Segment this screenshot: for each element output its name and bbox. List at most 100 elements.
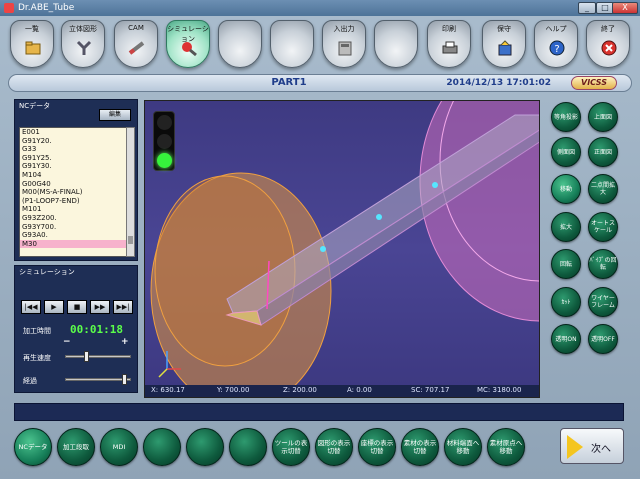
speed-minus-icon: − bbox=[63, 337, 71, 347]
nc-line[interactable]: M30 bbox=[20, 239, 128, 249]
tool-blank-button[interactable] bbox=[270, 20, 314, 68]
toggle-coord-display-button[interactable]: 座標の表示切替 bbox=[358, 428, 396, 466]
next-button[interactable]: 次へ bbox=[560, 428, 624, 464]
side-view-button[interactable]: 側面図 bbox=[551, 137, 581, 167]
message-bar bbox=[14, 403, 624, 421]
simulation-3d-viewport[interactable]: X: 630.17 Y: 700.00 Z: 200.00 A: 0.00 SC… bbox=[144, 100, 540, 398]
move-to-material-origin-button[interactable]: 素材原点へ移動 bbox=[487, 428, 525, 466]
light-red-icon bbox=[157, 115, 172, 130]
nc-line[interactable]: G33 bbox=[20, 145, 128, 154]
top-view-button[interactable]: 上面図 bbox=[588, 102, 618, 132]
title-bar: Dr.ABE_Tube _ □ X bbox=[0, 0, 640, 16]
speed-plus-icon: + bbox=[121, 337, 129, 347]
playback-speed-slider[interactable] bbox=[65, 351, 131, 362]
exit-icon bbox=[601, 40, 617, 56]
main-toolbar: 一覧 立体図形 CAM シミュレーション 入出力 印刷 保守 ヘルプ ? 終了 bbox=[0, 16, 640, 74]
pipe-rotate-button[interactable]: ﾊﾞｲﾌﾟの回転 bbox=[588, 249, 618, 279]
app-window: Dr.ABE_Tube _ □ X 一覧 立体図形 CAM シミュレーション 入… bbox=[0, 0, 640, 479]
tool-io-button[interactable]: 入出力 bbox=[322, 20, 366, 68]
cam-icon bbox=[128, 41, 145, 55]
coord-sc: SC: 707.17 bbox=[411, 386, 450, 394]
function-blank-button[interactable] bbox=[229, 428, 267, 466]
tool-help-button[interactable]: ヘルプ ? bbox=[534, 20, 578, 68]
scrollbar-thumb[interactable] bbox=[128, 236, 133, 244]
status-traffic-light bbox=[153, 111, 175, 171]
nc-line[interactable]: G91Y25. bbox=[20, 154, 128, 163]
window-title: Dr.ABE_Tube bbox=[18, 3, 75, 13]
nc-line[interactable]: M00(MS-A-FINAL) bbox=[20, 188, 128, 197]
fast-forward-button[interactable]: ▶▶ bbox=[90, 300, 110, 314]
nc-panel-title: NCデータ bbox=[19, 102, 51, 110]
nc-line[interactable]: G00G40 bbox=[20, 180, 128, 189]
minimize-button[interactable]: _ bbox=[578, 2, 596, 14]
transparency-on-button[interactable]: 透明ON bbox=[551, 324, 581, 354]
close-button[interactable]: X bbox=[612, 2, 638, 14]
svg-text:?: ? bbox=[554, 44, 559, 55]
light-green-icon bbox=[157, 153, 172, 168]
tool-3d-shape-button[interactable]: 立体図形 bbox=[61, 20, 105, 68]
nc-code-list[interactable]: E001 G91Y20. G33 G91Y25. G91Y30. M104 G00G40 M0… bbox=[19, 127, 129, 257]
nc-line[interactable]: M104 bbox=[20, 171, 128, 180]
nc-line[interactable]: G93Z200. bbox=[20, 214, 128, 223]
tool-simulation-button[interactable]: シミュレーション bbox=[166, 20, 210, 68]
simulation-icon bbox=[182, 42, 197, 57]
rotate-button[interactable]: 回転 bbox=[551, 249, 581, 279]
tool-label: 印刷 bbox=[442, 25, 456, 33]
move-button[interactable]: 移動 bbox=[551, 174, 581, 204]
machining-setup-button[interactable]: 加工段取 bbox=[57, 428, 95, 466]
edit-button[interactable]: 編集 bbox=[99, 109, 131, 121]
nc-line[interactable]: M101 bbox=[20, 205, 128, 214]
y-axis-icon bbox=[158, 368, 168, 378]
speed-slider-knob[interactable] bbox=[84, 351, 89, 362]
nc-line[interactable]: G91Y20. bbox=[20, 137, 128, 146]
tool-print-button[interactable]: 印刷 bbox=[427, 20, 471, 68]
function-blank-button[interactable] bbox=[143, 428, 181, 466]
tool-blank-button[interactable] bbox=[218, 20, 262, 68]
progress-slider[interactable] bbox=[65, 374, 131, 385]
nc-line[interactable]: (P1-LOOP7-END) bbox=[20, 197, 128, 206]
tool-list-button[interactable]: 一覧 bbox=[10, 20, 54, 68]
toggle-tool-display-button[interactable]: ツールの表示切替 bbox=[272, 428, 310, 466]
machining-time-label: 加工時間 bbox=[23, 327, 51, 335]
move-to-material-end-button[interactable]: 材料端面へ移動 bbox=[444, 428, 482, 466]
progress-slider-knob[interactable] bbox=[122, 374, 127, 385]
coord-mc: MC: 3180.00 bbox=[477, 386, 522, 394]
toggle-shape-display-button[interactable]: 図形の表示切替 bbox=[315, 428, 353, 466]
rewind-to-start-button[interactable]: |◀◀ bbox=[21, 300, 41, 314]
function-blank-button[interactable] bbox=[186, 428, 224, 466]
help-icon: ? bbox=[549, 40, 565, 56]
nc-scrollbar[interactable] bbox=[126, 127, 135, 257]
toggle-material-display-button[interactable]: 素材の表示切替 bbox=[401, 428, 439, 466]
tool-label: 一覧 bbox=[25, 25, 39, 33]
nc-line[interactable]: G91Y30. bbox=[20, 162, 128, 171]
play-button[interactable]: ▶ bbox=[44, 300, 64, 314]
app-icon bbox=[4, 3, 14, 13]
isometric-view-button[interactable]: 等角投影 bbox=[551, 102, 581, 132]
nc-line[interactable]: G93Y700. bbox=[20, 223, 128, 232]
front-view-button[interactable]: 正面図 bbox=[588, 137, 618, 167]
two-point-zoom-button[interactable]: 二点間拡大 bbox=[588, 174, 618, 204]
tool-label: 立体図形 bbox=[69, 25, 97, 33]
mdi-button[interactable]: MDI bbox=[100, 428, 138, 466]
tool-label: ヘルプ bbox=[545, 25, 567, 33]
nc-line[interactable]: G93A0. bbox=[20, 231, 128, 240]
wireframe-button[interactable]: ワイヤーフレーム bbox=[588, 287, 618, 317]
cut-button[interactable]: ｶｯﾄ bbox=[551, 287, 581, 317]
tool-exit-button[interactable]: 終了 bbox=[586, 20, 630, 68]
zoom-button[interactable]: 拡大 bbox=[551, 212, 581, 242]
simulation-panel: シミュレーション |◀◀ ▶ ■ ▶▶ ▶▶| 加工時間 00:01:18 − … bbox=[14, 265, 138, 393]
tool-blank-button[interactable] bbox=[374, 20, 418, 68]
auto-scale-button[interactable]: オートスケール bbox=[588, 212, 618, 242]
tool-cam-button[interactable]: CAM bbox=[114, 20, 158, 68]
transparency-off-button[interactable]: 透明OFF bbox=[588, 324, 618, 354]
stop-button[interactable]: ■ bbox=[67, 300, 87, 314]
nc-line[interactable]: E001 bbox=[20, 128, 128, 137]
tool-label: CAM bbox=[128, 24, 144, 32]
coord-x: X: 630.17 bbox=[151, 386, 185, 394]
nc-data-button[interactable]: NCデータ bbox=[14, 428, 52, 466]
tool-maintenance-button[interactable]: 保守 bbox=[482, 20, 526, 68]
next-label: 次へ bbox=[591, 444, 611, 455]
printer-icon bbox=[442, 41, 458, 54]
skip-to-end-button[interactable]: ▶▶| bbox=[113, 300, 133, 314]
tool-label: 入出力 bbox=[333, 25, 355, 33]
